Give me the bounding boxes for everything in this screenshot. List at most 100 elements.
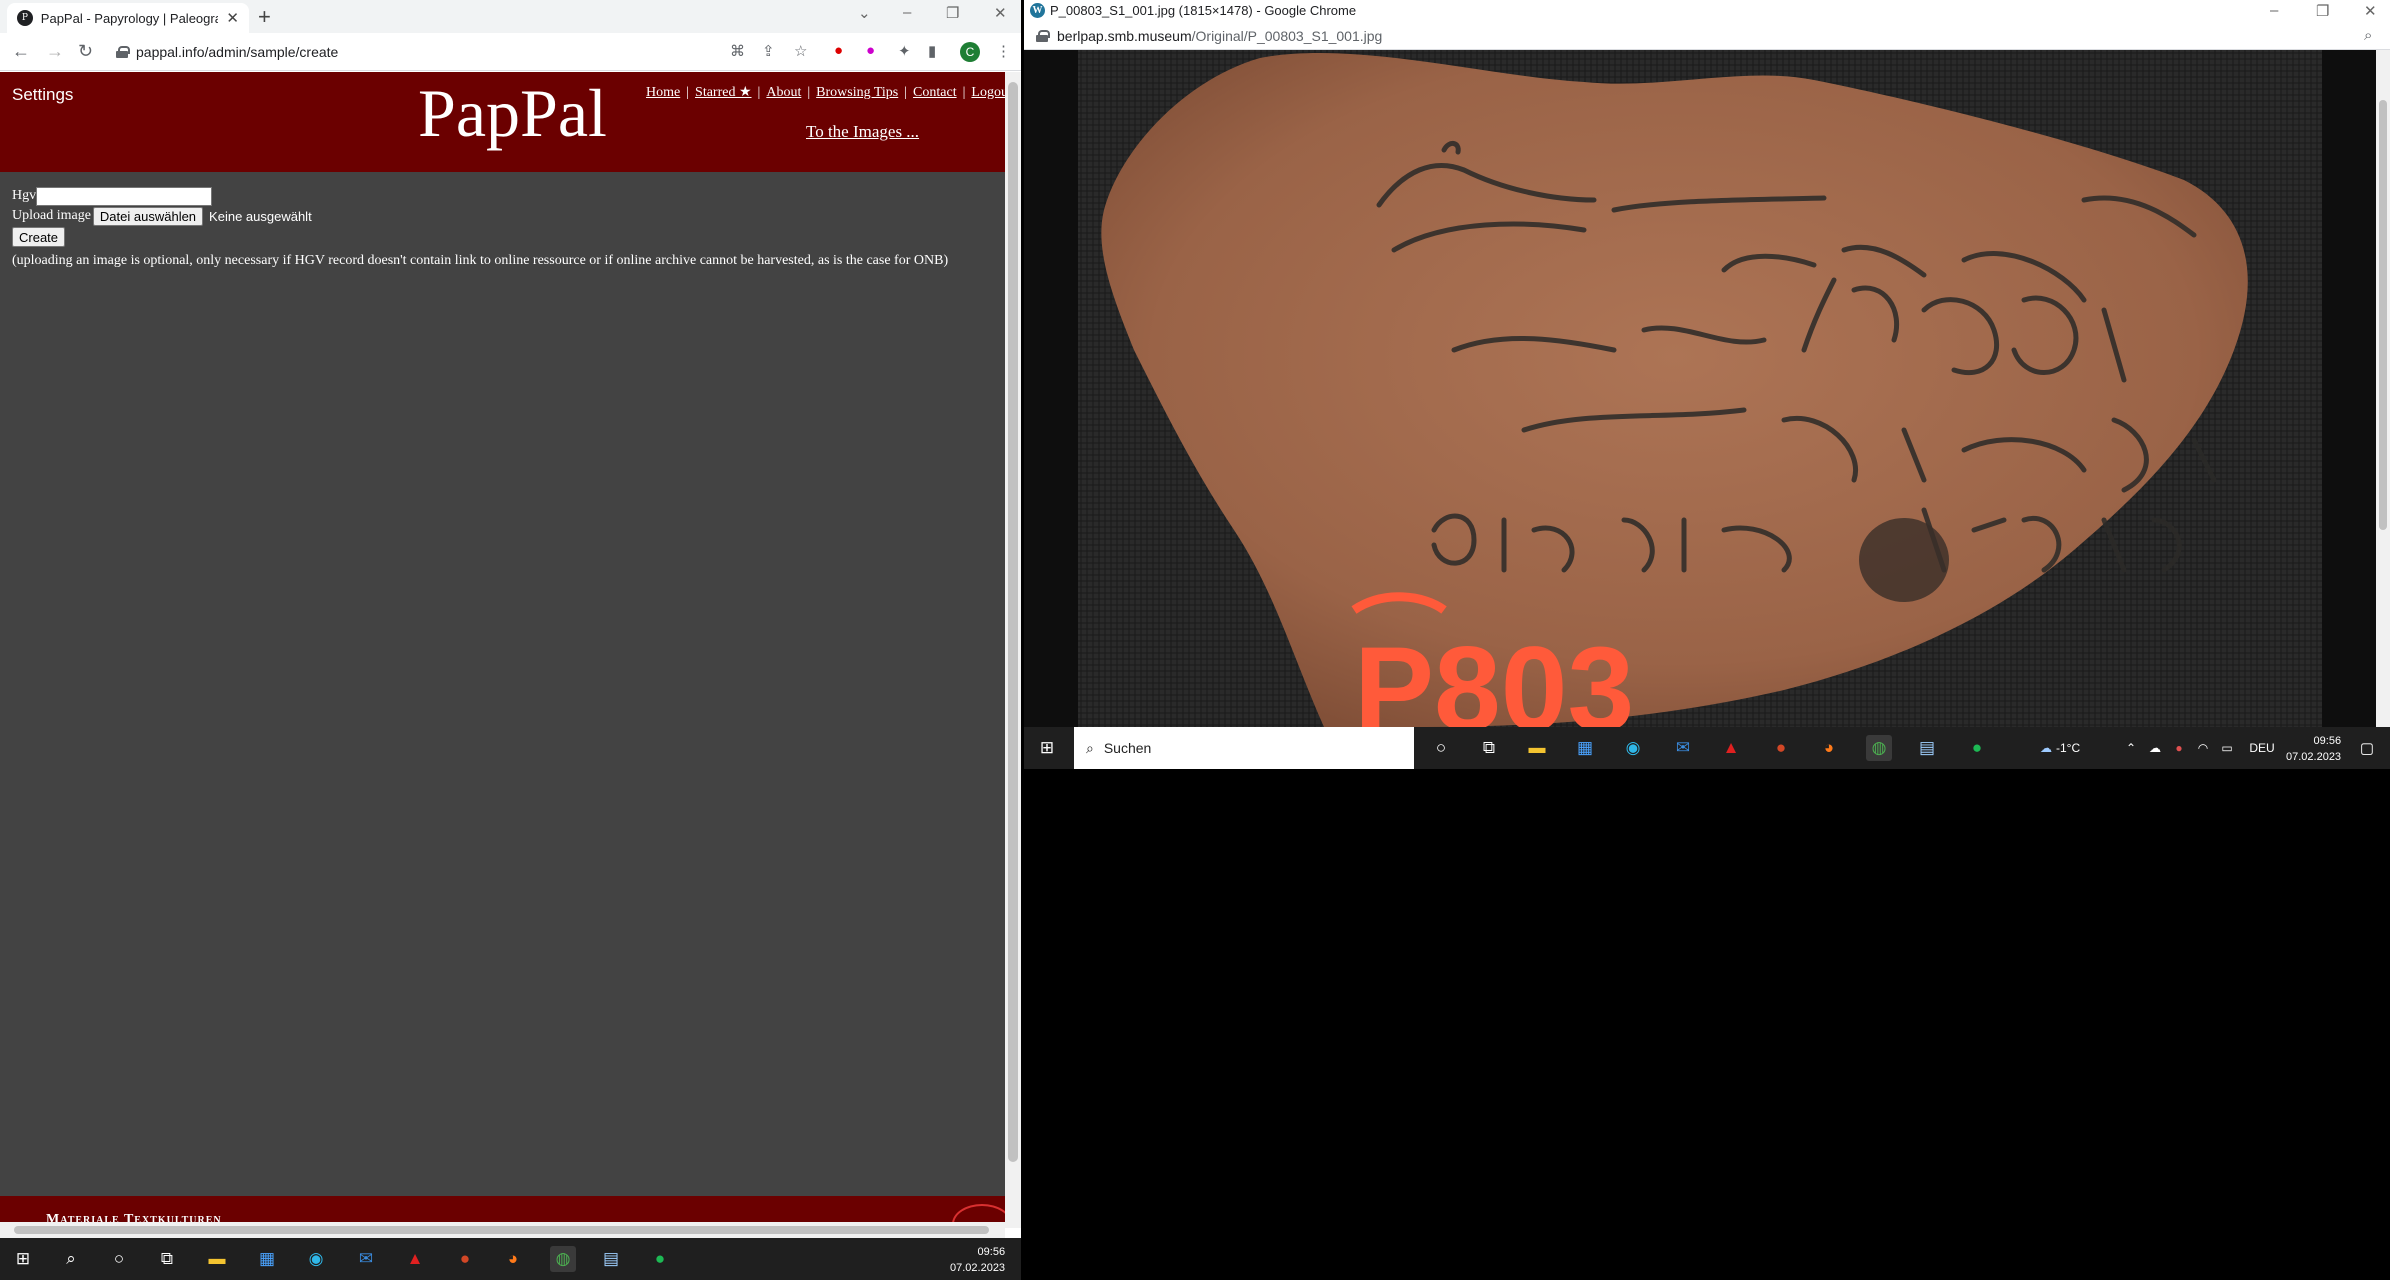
hgv-input[interactable] [36, 186, 213, 206]
store-icon[interactable]: ▦ [1572, 735, 1598, 761]
create-sample-form: Hgv Upload image Datei auswählen Keine a… [12, 186, 948, 269]
extension-purple-icon[interactable]: ● [866, 42, 875, 59]
page-viewport: Settings PapPal Home | Starred ★ | About | Bro… [0, 72, 1005, 1228]
edge-icon[interactable]: ◉ [1620, 735, 1646, 761]
new-tab-button[interactable]: + [258, 4, 271, 30]
upload-image-label: Upload image [12, 208, 91, 223]
windows-start-icon[interactable]: ⊞ [1034, 735, 1060, 761]
language-indicator[interactable]: DEU [2244, 735, 2280, 761]
back-icon[interactable]: ← [12, 41, 30, 62]
chrome-icon[interactable]: ◍ [1866, 735, 1892, 761]
file-explorer-icon[interactable]: ▬ [204, 1246, 230, 1272]
spotify-icon[interactable]: ● [647, 1246, 673, 1272]
close-tab-icon[interactable]: ✕ [226, 9, 239, 27]
restore-icon[interactable]: ❐ [2316, 2, 2329, 20]
nav-contact[interactable]: Contact [913, 85, 957, 100]
site-logo[interactable]: PapPal [418, 74, 607, 153]
acrobat-icon[interactable]: ▲ [402, 1246, 428, 1272]
side-panel-icon[interactable]: ▮ [928, 42, 936, 60]
settings-link[interactable]: Settings [12, 85, 73, 105]
bookmark-star-icon[interactable]: ☆ [794, 42, 807, 60]
horizontal-scroll-thumb[interactable] [14, 1226, 989, 1234]
right-window-title: P_00803_S1_001.jpg (1815×1478) - Google … [1050, 3, 1357, 18]
close-window-icon[interactable]: ✕ [994, 4, 1007, 22]
battery-icon[interactable]: ▭ [2214, 735, 2240, 761]
taskbar-search-box[interactable]: ⌕ Suchen [1074, 727, 1414, 769]
edge-icon[interactable]: ◉ [303, 1246, 329, 1272]
create-button[interactable]: Create [12, 227, 66, 247]
pappal-favicon-icon: P [17, 10, 33, 26]
task-view-icon[interactable]: ⧉ [1476, 735, 1502, 761]
search-icon[interactable]: ⌕ [58, 1246, 84, 1272]
nav-starred[interactable]: Starred ★ [695, 85, 751, 100]
file-explorer-icon[interactable]: ▬ [1524, 735, 1550, 761]
spotify-icon[interactable]: ● [1964, 735, 1990, 761]
left-browser-window: P PapPal - Papyrology | Paleograph ✕ + ⌄… [0, 0, 1021, 1245]
right-taskbar-clock[interactable]: 09:56 07.02.2023 [2286, 733, 2341, 765]
papyrus-ostracon-image[interactable]: P803 [1024, 50, 2376, 727]
notepad-icon[interactable]: ▤ [1914, 735, 1940, 761]
nav-browsing-tips[interactable]: Browsing Tips [816, 85, 898, 100]
forward-icon[interactable]: → [46, 41, 64, 62]
chrome-icon[interactable]: ◍ [550, 1246, 576, 1272]
red-stamp-text: P803 [1354, 622, 1634, 727]
acrobat-icon[interactable]: ▲ [1718, 735, 1744, 761]
horizontal-scrollbar[interactable] [0, 1222, 1005, 1238]
search-placeholder: Suchen [1103, 740, 1152, 756]
right-clock-date: 07.02.2023 [2286, 751, 2342, 763]
left-clock-time: 09:56 [977, 1246, 1006, 1258]
security-icon[interactable]: ● [2166, 735, 2192, 761]
url-host: berlpap.smb.museum [1057, 28, 1192, 44]
cortana-icon[interactable]: ○ [1428, 735, 1454, 761]
left-taskbar-clock[interactable]: 09:56 07.02.2023 [950, 1244, 1005, 1276]
weather-widget[interactable]: ☁ -1°C [2040, 735, 2100, 761]
task-view-icon[interactable]: ⧉ [154, 1246, 180, 1272]
minimize-icon[interactable]: – [903, 4, 911, 21]
to-the-images-link[interactable]: To the Images ... [806, 122, 919, 142]
address-bar[interactable]: pappal.info/admin/sample/create [116, 39, 716, 65]
nav-logout[interactable]: Logout [971, 85, 1005, 100]
mail-icon[interactable]: ✉ [353, 1246, 379, 1272]
powerpoint-icon[interactable]: ● [452, 1246, 478, 1272]
firefox-icon[interactable]: ◕ [500, 1246, 526, 1272]
tab-search-icon[interactable]: ⌄ [858, 4, 871, 22]
extension-red-icon[interactable]: ● [834, 42, 843, 59]
nav-about[interactable]: About [766, 85, 801, 100]
menu-kebab-icon[interactable]: ⋮ [996, 42, 1011, 60]
vertical-scrollbar[interactable] [1005, 72, 1021, 1228]
notepad-icon[interactable]: ▤ [598, 1246, 624, 1272]
nav-separator: | [904, 85, 908, 100]
choose-file-button[interactable]: Datei auswählen [92, 206, 204, 226]
minimize-icon[interactable]: – [2270, 2, 2278, 19]
share-icon[interactable]: ⇪ [762, 42, 775, 60]
tab-pappal[interactable]: P PapPal - Papyrology | Paleograph ✕ [7, 3, 249, 33]
extensions-puzzle-icon[interactable]: ✦ [898, 42, 911, 60]
lock-icon [116, 46, 130, 58]
powerpoint-icon[interactable]: ● [1768, 735, 1794, 761]
reload-icon[interactable]: ↻ [78, 41, 93, 62]
windows-start-icon[interactable]: ⊞ [10, 1246, 36, 1272]
right-address-bar[interactable]: berlpap.smb.museum/Original/P_00803_S1_0… [1024, 22, 2390, 50]
right-scroll-thumb[interactable] [2379, 100, 2387, 530]
nav-separator: | [686, 85, 690, 100]
show-hidden-icons-icon[interactable]: ⌃ [2118, 735, 2144, 761]
zoom-icon[interactable]: ⌕ [2364, 27, 2372, 44]
restore-icon[interactable]: ❐ [946, 4, 959, 22]
nav-home[interactable]: Home [646, 85, 680, 100]
wifi-icon[interactable]: ◠ [2190, 735, 2216, 761]
right-vertical-scrollbar[interactable] [2376, 50, 2390, 727]
firefox-icon[interactable]: ◕ [1816, 735, 1842, 761]
onedrive-icon[interactable]: ☁ [2142, 735, 2168, 761]
profile-avatar[interactable]: C [960, 42, 980, 62]
tab-title: PapPal - Papyrology | Paleograph [40, 10, 219, 26]
mail-icon[interactable]: ✉ [1670, 735, 1696, 761]
vertical-scroll-thumb[interactable] [1008, 82, 1018, 1162]
cloud-icon: ☁ [2040, 741, 2052, 755]
notification-icon[interactable]: ▢ [2354, 735, 2380, 761]
translate-icon[interactable]: ⌘ [730, 42, 745, 60]
right-taskbar: ⊞ ⌕ Suchen ○ ⧉ ▬ ▦ ◉ ✉ ▲ ● ◕ ◍ ▤ ● ☁ -1°C… [1024, 727, 2390, 769]
cortana-icon[interactable]: ○ [106, 1246, 132, 1272]
close-window-icon[interactable]: ✕ [2364, 2, 2377, 20]
store-icon[interactable]: ▦ [254, 1246, 280, 1272]
image-viewport: P803 [1024, 50, 2376, 727]
